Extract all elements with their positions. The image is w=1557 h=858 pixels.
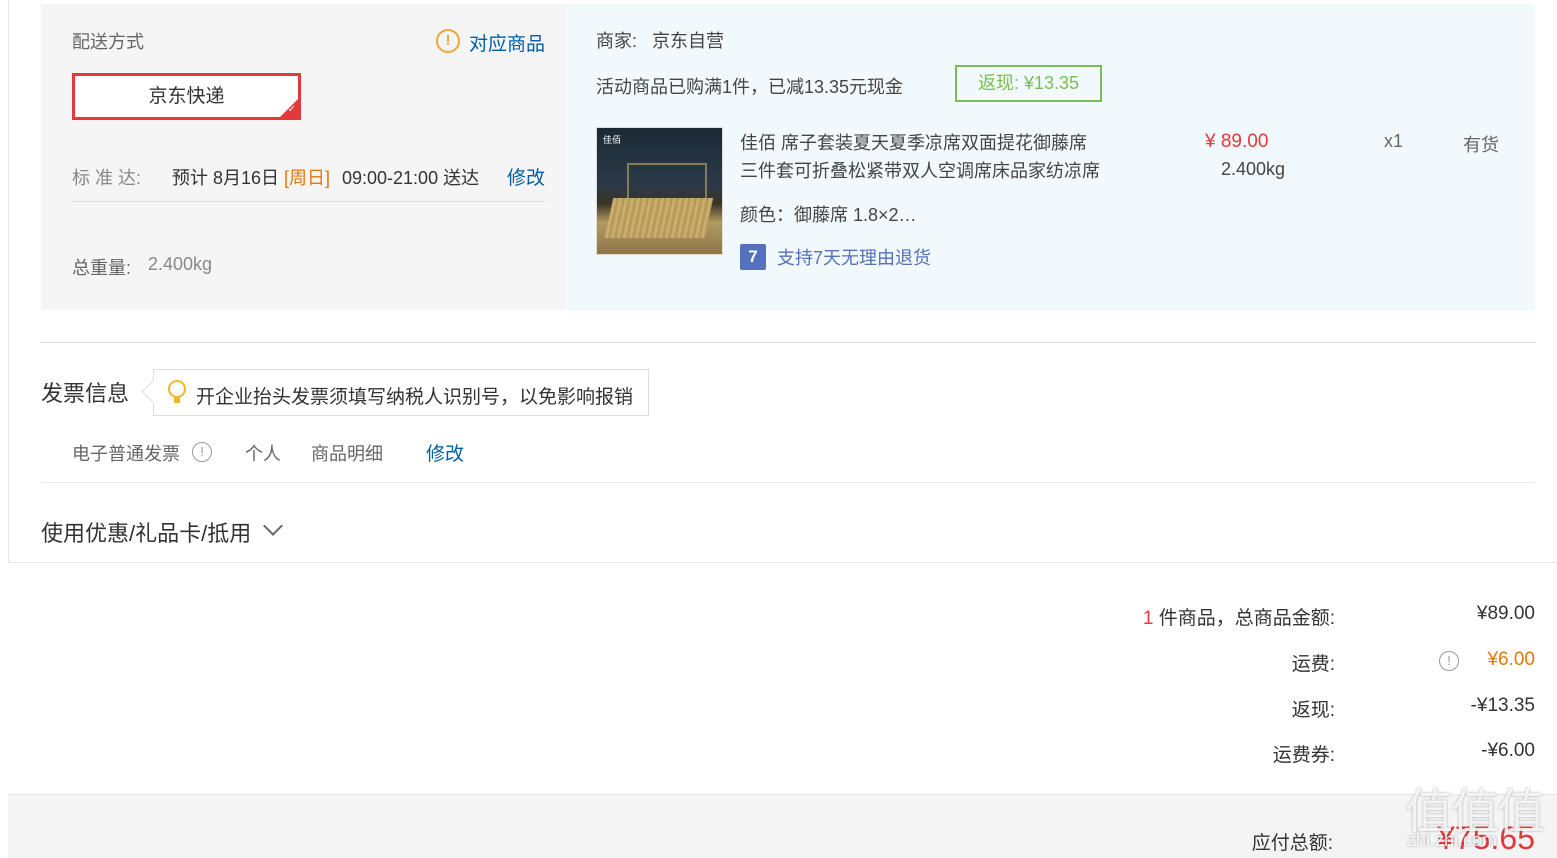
watermark-url: zhi.zhi.com [1407, 830, 1498, 850]
promo-text: 活动商品已购满1件，已减13.35元现金 [596, 77, 904, 97]
coupon-toggle[interactable]: 使用优惠/礼品卡/抵用 [41, 516, 251, 548]
payable-label: 应付总额: [1251, 833, 1333, 854]
watermark-logo: 值值值 zhi.zhi.com [1405, 772, 1557, 858]
info-icon[interactable]: ! [192, 442, 212, 462]
product-stock: 有货 [1463, 135, 1499, 155]
product-title-line2[interactable]: 三件套可折叠松紧带双人空调席床品家纺凉席 [740, 157, 1100, 183]
lightbulb-icon [168, 380, 186, 403]
divider [72, 201, 545, 202]
goods-amount: ¥89.00 [1476, 603, 1535, 624]
merchant-label: 商家: [596, 31, 638, 51]
cashback-amount: -¥13.35 [1470, 695, 1535, 716]
product-variant: 颜色：御藤席 1.8×2… [740, 205, 917, 225]
return-policy: 支持7天无理由退货 [777, 248, 932, 268]
divider [41, 342, 1535, 343]
invoice-tip-text: 开企业抬头发票须填写纳税人识别号，以免影响报销 [196, 387, 634, 408]
warning-icon: ! [436, 29, 460, 53]
freight-label: 运费: [1291, 654, 1335, 675]
goods-count-suffix: 件商品，总商品金额: [1153, 608, 1335, 629]
product-price: ¥ 89.00 [1205, 131, 1269, 152]
product-weight: 2.400kg [1221, 159, 1286, 179]
product-title-line1[interactable]: 佳佰 席子套装夏天夏季凉席双面提花御藤席 [740, 129, 1087, 155]
invoice-title: 发票信息 [41, 381, 130, 406]
invoice-type: 电子普通发票 [72, 444, 180, 464]
total-weight-value: 2.400kg [148, 254, 213, 274]
product-image-brand: 佳佰 [603, 135, 622, 145]
edit-delivery-link[interactable]: 修改 [507, 163, 545, 190]
edit-invoice-link[interactable]: 修改 [426, 439, 464, 466]
freight-coupon-amount: -¥6.00 [1481, 740, 1535, 761]
invoice-content: 商品明细 [311, 444, 383, 464]
delivery-estimate-day: [周日] [284, 168, 331, 188]
delivery-estimate-date: 预计 8月16日 [172, 168, 280, 188]
total-weight-label: 总重量: [72, 258, 132, 278]
bed-headboard [627, 163, 707, 201]
invoice-tip: 开企业抬头发票须填写纳税人识别号，以免影响报销 [153, 369, 649, 416]
cashback-label: 返现: [1291, 700, 1335, 721]
seven-day-return-icon: 7 [740, 244, 766, 270]
divider [41, 482, 1535, 483]
product-quantity: x1 [1384, 131, 1404, 151]
invoice-holder: 个人 [245, 444, 281, 464]
shipping-option-jd-express[interactable]: 京东快递 ✓ [72, 73, 301, 120]
delivery-estimate-time: 09:00-21:00 送达 [342, 168, 480, 188]
standard-delivery-label: 标 准 达: [72, 168, 142, 188]
merchant-name: 京东自营 [652, 31, 724, 51]
goods-count-label: 1 件商品，总商品金额: [1143, 603, 1335, 630]
shipping-option-label: 京东快递 [148, 86, 225, 107]
freight-amount: ¥6.00 [1487, 649, 1535, 670]
check-icon: ✓ [287, 104, 296, 115]
corresponding-products-link[interactable]: 对应商品 [469, 29, 545, 56]
bed-mat [604, 198, 714, 238]
freight-coupon-label: 运费券: [1272, 745, 1335, 766]
goods-count: 1 [1142, 608, 1154, 629]
product-image[interactable]: 佳佰 [596, 127, 723, 255]
shipping-method-label: 配送方式 [72, 32, 144, 52]
cashback-badge: 返现: ¥13.35 [955, 65, 1102, 102]
freight-info-icon[interactable]: ! [1439, 651, 1459, 671]
